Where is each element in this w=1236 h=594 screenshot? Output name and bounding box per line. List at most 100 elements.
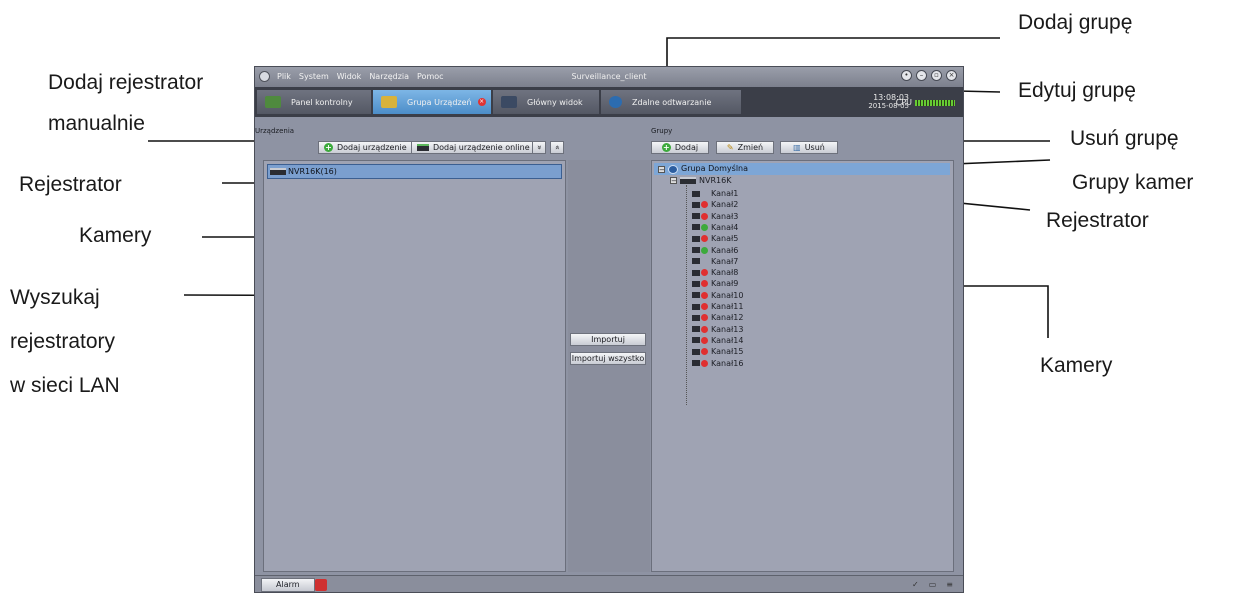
channel-row[interactable]: Kanał7 — [692, 256, 738, 267]
import-button[interactable]: Importuj — [570, 333, 646, 346]
devices-label: Urządzenia — [255, 127, 295, 135]
import-label: Importuj — [591, 335, 625, 344]
status-icon — [701, 190, 708, 197]
status-icon — [701, 258, 708, 265]
trash-icon: ▥ — [793, 143, 801, 152]
annotation-recorder-right: Rejestrator — [1046, 209, 1149, 232]
chevron-up-icon: « — [552, 145, 562, 150]
cpu-label: CPU — [895, 98, 912, 107]
group-icon — [668, 164, 678, 174]
add-device-button[interactable]: + Dodaj urządzenie — [318, 141, 413, 154]
lock-icon[interactable]: • — [901, 70, 912, 81]
status-icon — [701, 246, 708, 254]
channel-row[interactable]: Kanał15 — [692, 346, 743, 357]
channel-row[interactable]: Kanał1 — [692, 188, 738, 199]
pencil-icon: ✎ — [726, 143, 734, 152]
channel-row[interactable]: Kanał6 — [692, 245, 738, 256]
window-icon[interactable]: ▭ — [929, 580, 937, 589]
tab-main-view[interactable]: Główny widok — [493, 90, 599, 114]
camera-icon — [692, 258, 700, 265]
annotation-search-3: w sieci LAN — [10, 374, 120, 397]
camera-icon — [692, 292, 700, 299]
annotation-edit-group: Edytuj grupę — [1018, 79, 1136, 102]
import-all-button[interactable]: Importuj wszystko — [570, 352, 646, 365]
add-online-device-button[interactable]: Dodaj urządzenie online — [411, 141, 536, 154]
tree-nvr[interactable]: − NVR16K — [670, 175, 731, 186]
annotation-cameras-right: Kamery — [1040, 354, 1113, 377]
tab-label: Panel kontrolny — [291, 97, 353, 107]
tab-remote-playback[interactable]: Zdalne odtwarzanie — [601, 90, 741, 114]
window-controls: • – ▫ × — [901, 70, 957, 81]
tab-control-panel[interactable]: Panel kontrolny — [257, 90, 371, 114]
channel-row[interactable]: Kanał13 — [692, 324, 743, 335]
pin-icon[interactable]: ✓ — [912, 580, 919, 589]
tab-device-group[interactable]: Grupa Urządzeń × — [373, 90, 491, 114]
device-list-panel[interactable]: NVR16K(16) — [263, 160, 566, 572]
channel-row[interactable]: Kanał16 — [692, 358, 743, 369]
add-group-button[interactable]: + Dodaj — [651, 141, 709, 154]
expand-all-button[interactable]: « — [550, 141, 564, 154]
tab-bar: Panel kontrolny Grupa Urządzeń × Główny … — [255, 87, 963, 117]
alarm-icon[interactable] — [315, 579, 327, 591]
network-device-icon — [417, 144, 429, 151]
device-row-nvr[interactable]: NVR16K(16) — [267, 164, 562, 179]
camera-icon — [692, 303, 700, 310]
channel-label: Kanał5 — [711, 234, 739, 244]
channel-label: Kanał8 — [711, 268, 739, 278]
cpu-bar — [915, 99, 955, 106]
status-icon — [701, 348, 708, 356]
close-icon[interactable]: × — [946, 70, 957, 81]
title-bar: Plik System Widok Narzędzia Pomoc Survei… — [255, 67, 963, 87]
app-window: Plik System Widok Narzędzia Pomoc Survei… — [254, 66, 964, 593]
recorder-icon — [270, 168, 286, 175]
camera-icon — [692, 360, 700, 366]
channel-row[interactable]: Kanał4 — [692, 222, 738, 233]
channel-row[interactable]: Kanał2 — [692, 199, 738, 210]
maximize-icon[interactable]: ▫ — [931, 70, 942, 81]
chevron-down-icon: » — [534, 145, 544, 150]
status-icon — [701, 280, 708, 288]
delete-group-button[interactable]: ▥ Usuń — [780, 141, 838, 154]
collapse-toggle-icon[interactable]: − — [658, 165, 665, 173]
channel-label: Kanał4 — [711, 222, 739, 232]
edit-group-button[interactable]: ✎ Zmień — [716, 141, 774, 154]
camera-icon — [692, 235, 700, 242]
channel-label: Kanał15 — [711, 347, 744, 357]
status-icon — [701, 269, 708, 277]
close-tab-icon[interactable]: × — [477, 98, 486, 106]
collapse-all-button[interactable]: » — [532, 141, 546, 154]
alarm-button[interactable]: Alarm — [261, 578, 315, 592]
annotation-delete-group: Usuń grupę — [1070, 127, 1179, 150]
tab-label: Zdalne odtwarzanie — [632, 97, 712, 107]
group-tree-panel[interactable]: − Grupa Domyślna − NVR16K Kanał1 Kanał2 Ka… — [651, 160, 954, 572]
annotation-manually: manualnie — [48, 112, 145, 135]
camera-icon — [692, 224, 700, 231]
monitor-icon — [265, 96, 281, 108]
tab-label: Grupa Urządzeń — [407, 97, 472, 107]
channel-label: Kanał9 — [711, 279, 739, 289]
plus-icon: + — [324, 143, 333, 152]
annotation-cameras-left: Kamery — [79, 224, 152, 247]
camera-icon — [692, 326, 700, 333]
channel-row[interactable]: Kanał14 — [692, 335, 743, 346]
channel-row[interactable]: Kanał3 — [692, 211, 738, 222]
annotation-search-2: rejestratory — [10, 330, 116, 353]
tree-group-default[interactable]: − Grupa Domyślna — [654, 163, 950, 175]
camera-icon — [692, 280, 700, 287]
minimize-icon[interactable]: – — [916, 70, 927, 81]
channel-label: Kanał13 — [711, 324, 744, 334]
channel-row[interactable]: Kanał10 — [692, 290, 743, 301]
add-group-label: Dodaj — [674, 143, 699, 152]
annotation-add-recorder: Dodaj rejestrator — [48, 71, 204, 94]
channel-row[interactable]: Kanał5 — [692, 233, 738, 244]
annotation-add-group: Dodaj grupę — [1018, 11, 1133, 34]
expand-icon[interactable]: ≡ — [946, 580, 953, 589]
channel-row[interactable]: Kanał12 — [692, 312, 743, 323]
channel-row[interactable]: Kanał8 — [692, 267, 738, 278]
delete-group-label: Usuń — [804, 143, 825, 152]
collapse-toggle-icon[interactable]: − — [670, 177, 677, 185]
channel-row[interactable]: Kanał9 — [692, 278, 738, 289]
channel-row[interactable]: Kanał11 — [692, 301, 743, 312]
status-icon — [701, 314, 708, 322]
status-icon — [701, 303, 708, 310]
